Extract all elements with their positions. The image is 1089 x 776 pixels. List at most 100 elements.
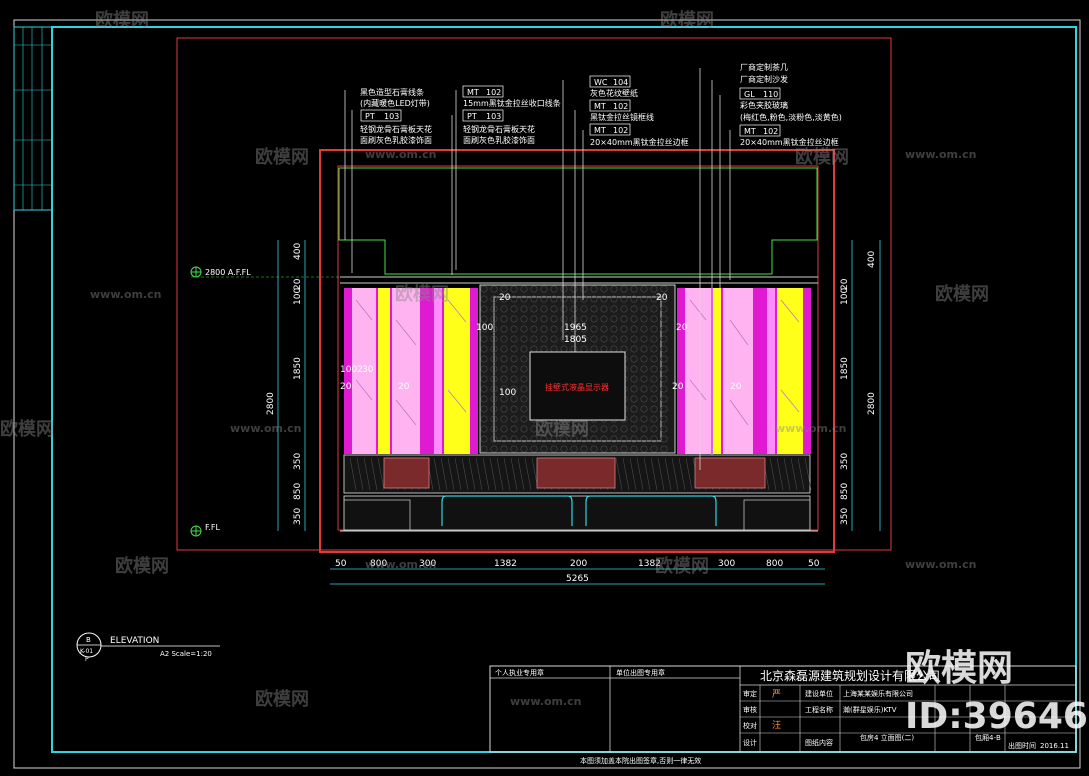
signature-0-icon: 严: [772, 689, 781, 700]
work-label: 工程名称: [805, 705, 833, 714]
dim-bottom-6: 300: [718, 559, 735, 569]
anno-9-tag: GL: [744, 90, 755, 99]
anno-5-tag: MT: [594, 102, 606, 111]
anno-3-code: 103: [486, 112, 501, 121]
wm-brand-4: 欧模网: [395, 283, 449, 305]
anno-3-line-1: 面刷灰色乳胶漆饰面: [463, 135, 535, 145]
anno-9-code: 110: [763, 90, 778, 99]
anno-6-code: 102: [613, 126, 628, 135]
anno-9-line-1: (梅红色,粉色,淡粉色,淡黄色): [740, 112, 842, 122]
elevation-scale: A2 Scale=1:20: [160, 650, 212, 658]
dim-left-2: 100: [293, 288, 303, 305]
level-ceiling: 2800 A.F.FL: [205, 268, 251, 277]
dim-right-0: 400: [867, 251, 877, 268]
dim-bottom-0: 50: [335, 559, 347, 569]
row-label-1: 审核: [743, 705, 757, 714]
anno-2-line-0: 15mm黑钛金拉丝收口线条: [463, 98, 561, 108]
dim-panel-left-2: 20: [398, 382, 410, 392]
signature-1-icon: 汪: [772, 720, 781, 731]
wm-big-brand: 欧模网: [905, 648, 1013, 689]
wm-brand-5: 欧模网: [935, 283, 989, 305]
dim-right-3: 1850: [840, 357, 850, 380]
wm-url-7: www.om.cn: [510, 695, 582, 708]
anno-1-code: 103: [384, 112, 399, 121]
wm-url-1: www.om.cn: [905, 148, 977, 161]
dim-right-4: 350: [840, 453, 850, 470]
anno-6-line-0: 20×40mm黑钛金拉丝边框: [590, 137, 689, 147]
date-value: 2016.11: [1040, 742, 1069, 750]
project-name: 上海某某娱乐有限公司: [843, 689, 913, 698]
seal-right-label: 单位出图专用章: [616, 668, 665, 677]
dim-panel-num-1: 30: [362, 365, 374, 375]
level-floor: F.FL: [205, 523, 220, 532]
wm-url-4: www.om.cn: [775, 422, 847, 435]
anno-1-tag: PT: [365, 112, 375, 121]
elevation-title: ELEVATION: [110, 636, 159, 646]
wm-url-0: www.om.cn: [365, 148, 437, 161]
wm-brand-7: 欧模网: [535, 418, 589, 440]
anno-4-tag: WC: [594, 78, 608, 87]
elevation-symbol-top: B: [86, 636, 91, 644]
row-label-0: 审定: [743, 689, 757, 698]
wm-brand-8: 欧模网: [115, 555, 169, 577]
dim-right-5: 850: [840, 483, 850, 500]
wm-url-3: www.om.cn: [230, 422, 302, 435]
anno-10-tag: MT: [744, 127, 756, 136]
anno-2-code: 102: [486, 88, 501, 97]
wm-url-6: www.om.cn: [905, 558, 977, 571]
dim-panel-num-0: 1002: [340, 365, 363, 375]
dim-left-total: 2800: [266, 392, 276, 415]
anno-1-line-0: 轻钢龙骨石膏板天花: [360, 124, 432, 134]
wm-url-2: www.om.cn: [90, 288, 162, 301]
anno-4-code: 104: [613, 78, 628, 87]
anno-2-tag: MT: [467, 88, 479, 97]
sofa-elevation: [343, 454, 812, 531]
dim-center-v-1: 100: [499, 388, 516, 398]
dim-right-total: 2800: [867, 392, 877, 415]
wm-brand-3: 欧模网: [795, 146, 849, 168]
title-block-footer: 本图须加盖本院出图签章,否则一律无效: [580, 756, 701, 765]
anno-3-tag: PT: [467, 112, 477, 121]
wm-brand-6: 欧模网: [0, 418, 54, 440]
dim-panel-left-1: 20: [340, 382, 352, 392]
dim-center-a: 1965: [564, 323, 587, 333]
date-label: 出图时间: [1008, 741, 1036, 750]
elevation-symbol-bottom: K-01: [80, 648, 93, 655]
anno-1-line-1: 面刷灰色乳胶漆饰面: [360, 135, 432, 145]
row-label-2: 校对: [743, 721, 757, 730]
anno-7-line-0: 厂商定制茶几: [740, 62, 788, 72]
dim-center-v-2: 20: [656, 293, 668, 303]
anno-3-line-0: 轻钢龙骨石膏板天花: [463, 124, 535, 134]
wm-brand-10: 欧模网: [255, 688, 309, 710]
dim-bottom-total: 5265: [566, 574, 589, 584]
seal-left-label: 个人执业专用章: [495, 668, 544, 677]
dim-bottom-8: 50: [808, 559, 820, 569]
anno-10-line-0: 20×40mm黑钛金拉丝边框: [740, 137, 839, 147]
dim-panel-left-3: 20: [676, 323, 688, 333]
dim-left-4: 350: [293, 453, 303, 470]
dim-bottom-4: 200: [570, 559, 587, 569]
anno-5-line-0: 黑钛金拉丝镜框线: [590, 112, 654, 122]
wm-brand-0: 欧模网: [95, 9, 149, 31]
dim-bottom-3: 1382: [494, 559, 517, 569]
row-label-3: 设计: [743, 738, 757, 747]
anno-10-code: 102: [763, 127, 778, 136]
elevation-symbol-side: P: [85, 656, 89, 663]
dim-left-0: 400: [293, 243, 303, 260]
wm-brand-9: 欧模网: [655, 555, 709, 577]
anno-9-line-0: 彩色夹胶玻璃: [740, 100, 788, 110]
anno-0-line-0: 黑色造型石膏线条: [360, 87, 424, 97]
project-label: 建设单位: [805, 689, 833, 698]
tv-screen: 挂壁式液晶显示器: [529, 351, 626, 421]
wm-id: ID:396468: [905, 696, 1089, 737]
dim-right-6: 350: [840, 508, 850, 525]
dim-panel-num-3: 20: [730, 382, 742, 392]
dim-panel-left-0: 100: [476, 323, 493, 333]
anno-5-code: 102: [613, 102, 628, 111]
wm-url-5: www.om.cn: [365, 558, 437, 571]
wm-brand-2: 欧模网: [255, 146, 309, 168]
anno-6-tag: MT: [594, 126, 606, 135]
tv-screen-label: 挂壁式液晶显示器: [545, 382, 609, 392]
dim-left-3: 1850: [293, 357, 303, 380]
anno-8-line-0: 厂商定制沙发: [740, 74, 788, 84]
